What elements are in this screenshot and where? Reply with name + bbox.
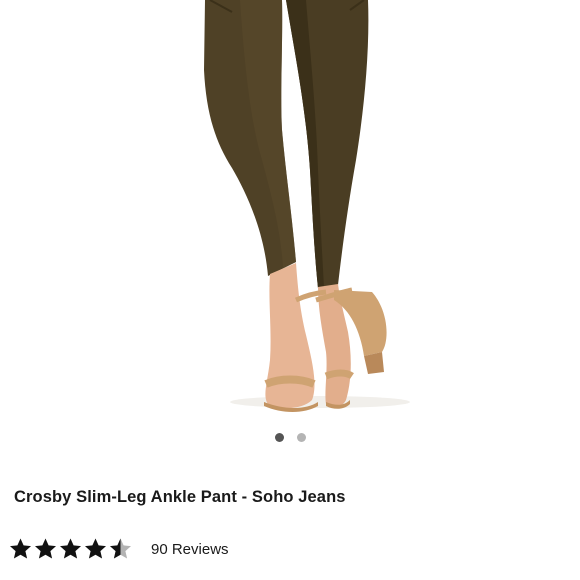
image-pager <box>0 433 580 442</box>
product-photo <box>204 0 410 412</box>
star-half-icon <box>110 538 131 559</box>
star-rating[interactable] <box>8 537 133 561</box>
star-filled-icon <box>60 538 81 559</box>
reviews-link[interactable]: 90 Reviews <box>151 541 229 558</box>
rating-row: 90 Reviews <box>8 537 229 561</box>
pager-dot-1[interactable] <box>274 433 284 442</box>
pager-dot-2[interactable] <box>296 433 306 442</box>
star-filled-icon <box>10 538 31 559</box>
product-title: Crosby Slim-Leg Ankle Pant - Soho Jeans <box>14 488 346 506</box>
product-image[interactable] <box>0 0 580 420</box>
star-filled-icon <box>35 538 56 559</box>
star-filled-icon <box>85 538 106 559</box>
floor-shadow <box>230 396 410 408</box>
left-foot <box>265 263 315 409</box>
